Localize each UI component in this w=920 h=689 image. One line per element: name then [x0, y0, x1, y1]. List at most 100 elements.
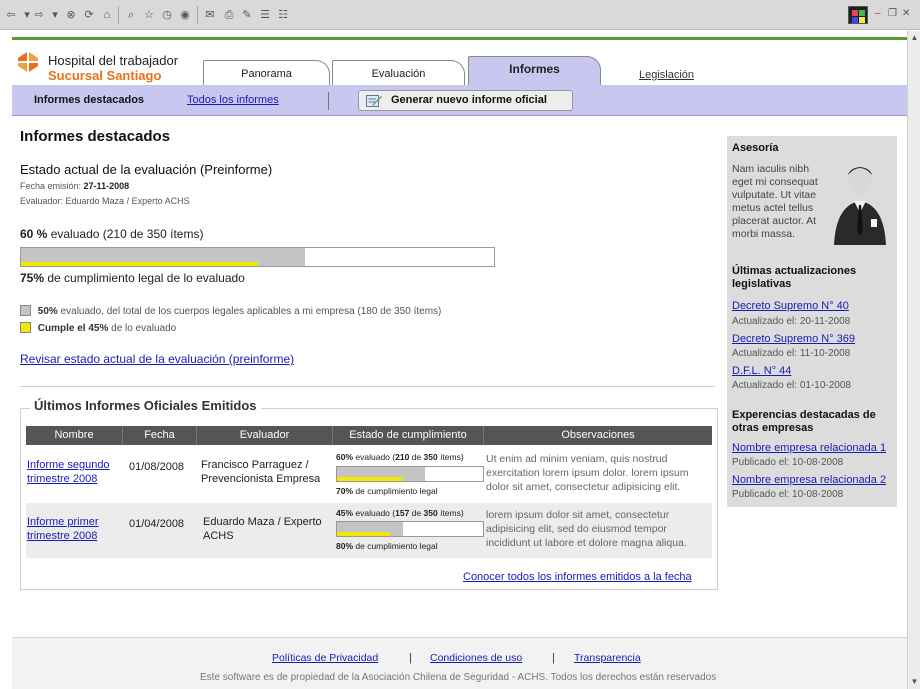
page-footer: Políticas de Privacidad | Condiciones de…: [12, 637, 907, 689]
company-link[interactable]: Nombre empresa relacionada 1: [732, 442, 886, 454]
row-evaluated-word: evaluado: [355, 452, 390, 462]
yellow-swatch-icon: [20, 322, 31, 333]
row-evaluated-text: 45% evaluado (157 de 350 ítems): [336, 508, 464, 518]
privacy-link[interactable]: Políticas de Privacidad: [272, 652, 378, 664]
minimize-icon[interactable]: –: [875, 8, 881, 19]
discuss-icon[interactable]: ☰: [258, 8, 272, 22]
report-evaluator: Francisco Parraguez / Prevencionista Emp…: [201, 459, 321, 485]
legislation-date: Actualizado el: 20-11-2008: [732, 316, 851, 327]
toolbar-divider: [118, 6, 119, 24]
legend-evaluated-text: evaluado, del total de los cuerpos legal…: [60, 306, 442, 317]
media-icon[interactable]: ◉: [178, 8, 192, 22]
terms-link[interactable]: Condiciones de uso: [430, 652, 522, 664]
advisory-text: Nam iaculis nibh eget mi consequat vulpu…: [732, 163, 818, 240]
copyright-text: Este software es de propiedad de la Asoc…: [200, 672, 717, 683]
row-compliance-fill: [337, 477, 403, 481]
footer-separator: |: [552, 652, 555, 664]
hospital-logo-icon: [18, 52, 38, 72]
row-evaluated-pct: 45%: [336, 508, 354, 518]
row-evaluated-count: 157: [395, 508, 410, 518]
windows-logo-icon: [848, 6, 868, 24]
legislation-link[interactable]: Decreto Supremo N° 369: [732, 333, 855, 345]
tab-evaluacion[interactable]: Evaluación: [332, 60, 465, 88]
toolbar-divider: [197, 6, 198, 24]
legislation-link[interactable]: D.F.L. N° 44: [732, 365, 791, 377]
all-reports-link[interactable]: Todos los informes: [187, 94, 279, 106]
refresh-icon[interactable]: ⟳: [82, 8, 96, 22]
subnav-current-item[interactable]: Informes destacados: [34, 94, 144, 106]
advisor-avatar-icon[interactable]: [830, 161, 890, 245]
restore-icon[interactable]: ❐: [888, 8, 897, 19]
tab-label: Informes: [509, 62, 560, 76]
transparency-link[interactable]: Transparencia: [574, 652, 641, 664]
vertical-scrollbar[interactable]: ▲ ▼: [907, 31, 920, 689]
row-progress-bar: [336, 521, 484, 537]
branch-name: Sucursal Santiago: [48, 68, 162, 83]
company-date: Publicado el: 10-08-2008: [732, 457, 844, 468]
compliance-summary: 75% de cumplimiento legal de lo evaluado: [20, 271, 245, 285]
subnav-divider: [328, 92, 329, 110]
review-evaluation-link[interactable]: Revisar estado actual de la evaluación (…: [20, 352, 294, 366]
messenger-icon[interactable]: ☷: [276, 8, 290, 22]
row-evaluated-of: de: [411, 452, 422, 462]
report-name-link[interactable]: Informe primer trimestre 2008: [27, 515, 119, 543]
reports-table-header: Nombre Fecha Evaluador Estado de cumplim…: [26, 426, 712, 445]
advisory-title: Asesoría: [732, 142, 779, 154]
legislation-link[interactable]: Decreto Supremo N° 40: [732, 300, 849, 312]
page-title: Informes destacados: [20, 128, 171, 145]
legend-compliance-strong: Cumple el 45%: [37, 323, 109, 334]
reports-section-title: Últimos Informes Oficiales Emitidos: [30, 398, 261, 413]
close-icon[interactable]: ✕: [902, 8, 910, 19]
back-icon[interactable]: ⇦: [4, 8, 18, 22]
report-name-link[interactable]: Informe segundo trimestre 2008: [27, 458, 119, 486]
company-date: Publicado el: 10-08-2008: [732, 489, 844, 500]
generate-report-button[interactable]: Generar nuevo informe oficial: [358, 90, 573, 111]
hospital-name: Hospital del trabajador: [48, 53, 179, 68]
scroll-up-icon[interactable]: ▲: [908, 31, 920, 45]
report-date: 01/04/2008: [129, 518, 185, 530]
home-icon[interactable]: ⌂: [100, 8, 114, 22]
compliance-fill: [21, 262, 258, 266]
stop-icon[interactable]: ⊗: [64, 8, 78, 22]
history-icon[interactable]: ◷: [160, 8, 174, 22]
row-evaluated-items: ítems: [440, 508, 461, 518]
updates-title: Últimas actualizaciones legislativas: [732, 265, 857, 290]
search-icon[interactable]: ⌕: [124, 8, 138, 22]
edit-icon[interactable]: ✎: [240, 8, 254, 22]
see-all-reports-link[interactable]: Conocer todos los informes emitidos a la…: [463, 571, 692, 583]
tab-panorama[interactable]: Panorama: [203, 60, 330, 88]
report-observations: Ut enim ad minim veniam, quis nostrud ex…: [486, 453, 689, 493]
favorites-icon[interactable]: ☆: [142, 8, 156, 22]
row-evaluated-count: 210: [395, 452, 410, 462]
legend-evaluated: 50% evaluado, del total de los cuerpos l…: [20, 305, 441, 317]
row-evaluated-word: evaluado: [355, 508, 390, 518]
column-header: Estado de cumplimiento: [333, 426, 484, 445]
company-link[interactable]: Nombre empresa relacionada 2: [732, 474, 886, 486]
issue-date-value: 27-11-2008: [83, 181, 130, 191]
evaluated-percent: 60 %: [20, 227, 48, 241]
row-compliance-pct: 70%: [336, 486, 354, 496]
mail-icon[interactable]: ✉: [203, 8, 217, 22]
report-evaluator: Eduardo Maza / Experto ACHS: [203, 516, 322, 542]
site-header: Hospital del trabajador Sucursal Santiag…: [12, 37, 907, 88]
scroll-down-icon[interactable]: ▼: [908, 675, 920, 689]
row-evaluated-items: ítems: [440, 452, 461, 462]
legislacion-link[interactable]: Legislación: [639, 69, 694, 81]
compliance-percent: 75%: [20, 271, 45, 285]
dropdown-icon[interactable]: ▾: [48, 8, 62, 22]
row-compliance-pct: 80%: [336, 541, 354, 551]
evaluator-info: Evaluador: Eduardo Maza / Experto ACHS: [20, 196, 190, 206]
issue-date: Fecha emisión: 27-11-2008: [20, 181, 129, 191]
forward-icon[interactable]: ⇨: [32, 8, 46, 22]
legislation-date: Actualizado el: 11-10-2008: [732, 348, 851, 359]
tab-informes[interactable]: Informes: [468, 56, 601, 88]
print-icon[interactable]: ⎙: [222, 8, 236, 22]
row-evaluated-total: 350: [423, 452, 438, 462]
row-progress-bar: [336, 466, 484, 482]
row-evaluated-of: de: [411, 508, 422, 518]
report-date: 01/08/2008: [129, 461, 185, 473]
evaluation-progress-bar: [20, 247, 495, 267]
row-compliance-text: 80% de cumplimiento legal: [336, 541, 438, 551]
evaluation-title: Estado actual de la evaluación (Preinfor…: [20, 162, 273, 177]
column-header: Nombre: [26, 426, 123, 445]
